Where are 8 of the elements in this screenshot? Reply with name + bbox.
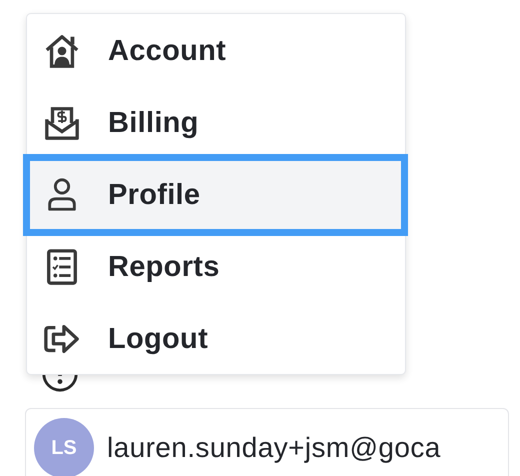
envelope-money-icon — [43, 104, 81, 142]
menu-item[interactable]: Profile — [23, 154, 408, 236]
menu-item[interactable]: Logout — [27, 303, 405, 375]
user-email: lauren.sunday+jsm@goca — [107, 431, 441, 465]
menu-item[interactable]: Account — [27, 15, 405, 87]
avatar: LS — [34, 418, 94, 476]
user-card[interactable]: LS lauren.sunday+jsm@goca — [25, 408, 509, 476]
house-person-icon — [43, 32, 81, 70]
